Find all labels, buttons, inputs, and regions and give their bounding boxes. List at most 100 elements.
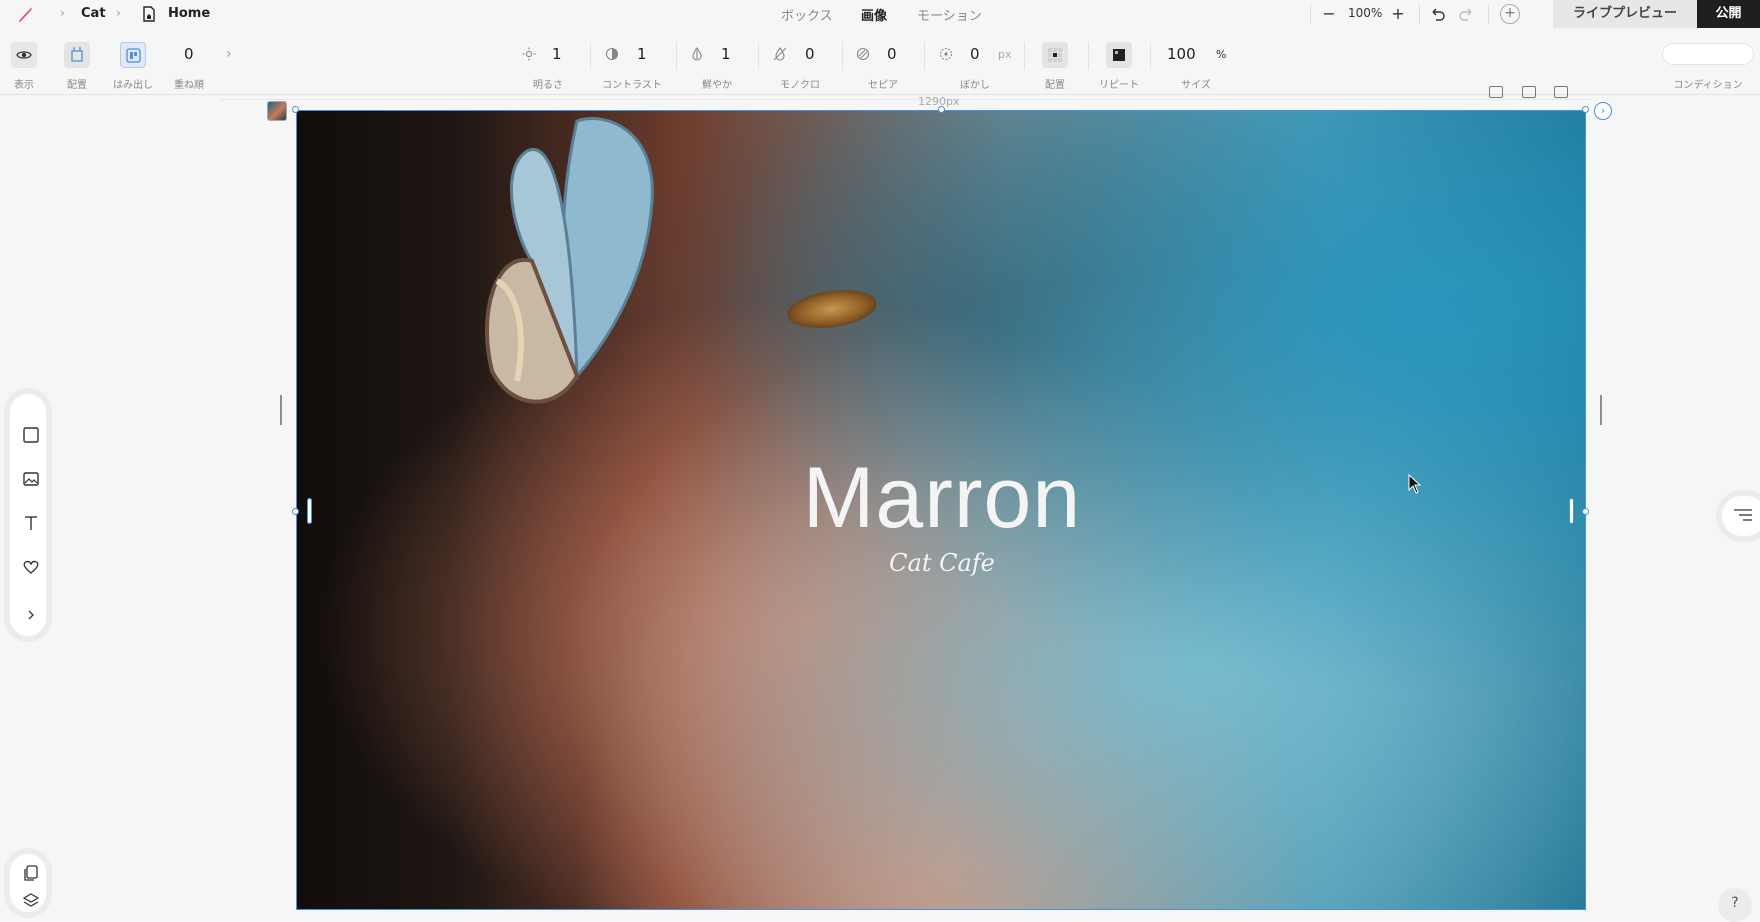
divider [676,42,677,70]
position-grid-icon [1048,48,1062,62]
layout-toggle[interactable] [64,42,90,68]
monochrome-value[interactable]: 0 [805,45,815,63]
divider [1488,4,1489,24]
padding-handle-right[interactable] [1569,498,1574,524]
resize-grip-right[interactable] [1600,395,1602,425]
saturation-caption: 鮮やか [702,80,732,91]
sepia-caption: セピア [868,80,898,91]
logo-icon[interactable] [16,4,36,24]
resize-handle-top-left[interactable] [292,106,299,113]
condition-selector[interactable] [1662,43,1754,65]
undo-icon[interactable] [1428,5,1446,23]
hero-subtitle[interactable]: Cat Cafe [297,549,1585,577]
zoom-level[interactable]: 100% [1348,6,1382,20]
hero-title[interactable]: Marron [297,449,1585,548]
expand-arrow-icon[interactable]: › [1594,102,1612,120]
resize-grip-left[interactable] [280,395,282,425]
window-icon[interactable] [1554,86,1568,98]
blur-value[interactable]: 0 [970,45,980,63]
condition-caption: コンディション [1673,80,1743,91]
zoom-in-button[interactable]: + [1388,4,1408,24]
chevron-right-icon: › [60,6,65,20]
monochrome-icon [773,47,787,61]
mouse-cursor-icon [1408,474,1422,494]
monochrome-caption: モノクロ [780,80,820,91]
page-tools [4,848,52,918]
heart-icon[interactable] [22,558,40,576]
padding-handle-left[interactable] [307,498,312,524]
brightness-value[interactable]: 1 [552,45,562,63]
zoom-out-button[interactable]: − [1319,4,1339,24]
ruler-line [220,99,1590,100]
divider [842,42,843,70]
contrast-icon [605,47,619,61]
overflow-toggle[interactable] [120,42,146,68]
eye-icon [16,51,32,59]
copy-icon[interactable] [1522,86,1536,98]
layout-icon [71,47,83,62]
overflow-caption: はみ出し [113,80,153,91]
tab-image[interactable]: 画像 [861,5,887,24]
chevron-right-icon[interactable]: › [226,46,232,62]
brightness-caption: 明るさ [533,80,563,91]
breadcrumb-page[interactable]: Home [168,6,210,21]
divider [1310,4,1311,24]
breadcrumb-project[interactable]: Cat [81,6,106,21]
publish-button[interactable]: 公開 [1697,0,1760,28]
layers-icon[interactable] [22,892,40,910]
display-caption: 表示 [14,80,34,91]
size-caption: サイズ [1181,80,1211,91]
resize-handle-right[interactable] [1582,508,1589,515]
redo-icon[interactable] [1458,5,1476,23]
add-icon[interactable]: + [1500,4,1520,24]
divider [1088,42,1089,70]
image-icon[interactable] [22,470,40,488]
saturation-icon [692,47,702,61]
resize-handle-top[interactable] [938,106,945,113]
divider [924,42,925,70]
outline-panel-toggle[interactable] [1716,490,1760,542]
layout-caption: 配置 [67,80,87,91]
blur-unit: px [998,48,1012,61]
box-icon[interactable] [22,426,40,444]
repeat-caption: リピート [1099,80,1139,91]
size-value[interactable]: 100 [1167,45,1196,63]
chevron-right-icon: › [116,6,121,20]
divider [1419,4,1420,24]
tab-motion[interactable]: モーション [917,5,982,24]
divider [590,42,591,70]
display-toggle[interactable] [11,42,37,68]
image-thumbnail[interactable] [267,101,287,121]
saturation-value[interactable]: 1 [721,45,731,63]
resize-handle-left[interactable] [292,508,299,515]
chevron-right-icon[interactable] [22,606,40,624]
hero-image-box[interactable]: Marron Cat Cafe [296,110,1586,910]
resize-handle-top-right[interactable] [1582,106,1589,113]
tab-box[interactable]: ボックス [781,5,833,24]
brightness-icon [522,47,536,61]
size-unit: % [1216,48,1227,61]
divider [1150,42,1151,70]
divider [1024,42,1025,70]
contrast-caption: コントラスト [602,80,662,91]
text-icon[interactable] [22,514,40,532]
live-preview-button[interactable]: ライブプレビュー [1553,0,1697,28]
divider [758,42,759,70]
butterfly [484,117,654,404]
outline-list-icon [1734,509,1752,521]
sepia-icon [856,47,870,61]
z-order-caption: 重ね順 [174,80,204,91]
pages-icon[interactable] [22,864,40,882]
top-bar: › Cat › Home ボックス 画像 モーション − 100% + + ライ… [0,0,1760,28]
z-order-value[interactable]: 0 [184,45,194,63]
overflow-icon [126,48,141,63]
help-button[interactable]: ? [1718,888,1752,922]
cat-eye [784,284,880,334]
repeat-button[interactable] [1106,42,1132,68]
contrast-value[interactable]: 1 [637,45,647,63]
calendar-icon[interactable] [1489,86,1503,98]
image-toolbar: 表示 配置 はみ出し 0 重ね順 › 1 明るさ 1 コントラスト 1 鮮やか … [0,28,1760,95]
sepia-value[interactable]: 0 [887,45,897,63]
page-icon [143,6,155,22]
image-position-button[interactable] [1042,42,1068,68]
